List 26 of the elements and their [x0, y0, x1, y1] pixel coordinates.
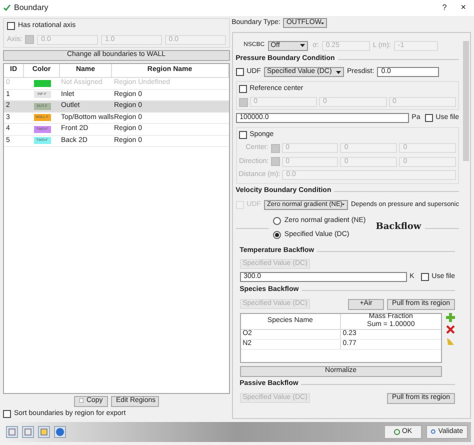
checkbox[interactable] — [3, 410, 11, 418]
caret-icon — [342, 203, 345, 206]
caret-icon — [300, 44, 305, 48]
window-title: Boundary — [14, 2, 48, 14]
checkbox[interactable] — [236, 68, 244, 76]
checkbox[interactable] — [7, 22, 15, 30]
checkbox[interactable] — [424, 114, 433, 122]
close-button[interactable]: × — [456, 1, 471, 15]
backflow-title: Backflow — [376, 221, 422, 234]
picker-button[interactable] — [238, 98, 248, 106]
caret-icon — [336, 70, 341, 74]
picker-button[interactable] — [25, 35, 34, 44]
checkbox[interactable] — [238, 130, 247, 139]
checkbox[interactable] — [420, 273, 429, 282]
add-icon[interactable] — [446, 312, 455, 322]
radio-button[interactable] — [273, 217, 282, 226]
copy-icon — [78, 398, 84, 404]
help-button[interactable]: ? — [436, 2, 453, 14]
scrollbar-thumb[interactable] — [463, 40, 469, 160]
delete-icon[interactable] — [446, 324, 455, 334]
checkbox[interactable] — [238, 84, 247, 93]
search-icon — [431, 429, 436, 435]
radio-button[interactable] — [273, 230, 282, 239]
info-icon[interactable] — [54, 426, 66, 438]
caret-icon — [321, 22, 324, 25]
check-icon — [3, 4, 11, 12]
